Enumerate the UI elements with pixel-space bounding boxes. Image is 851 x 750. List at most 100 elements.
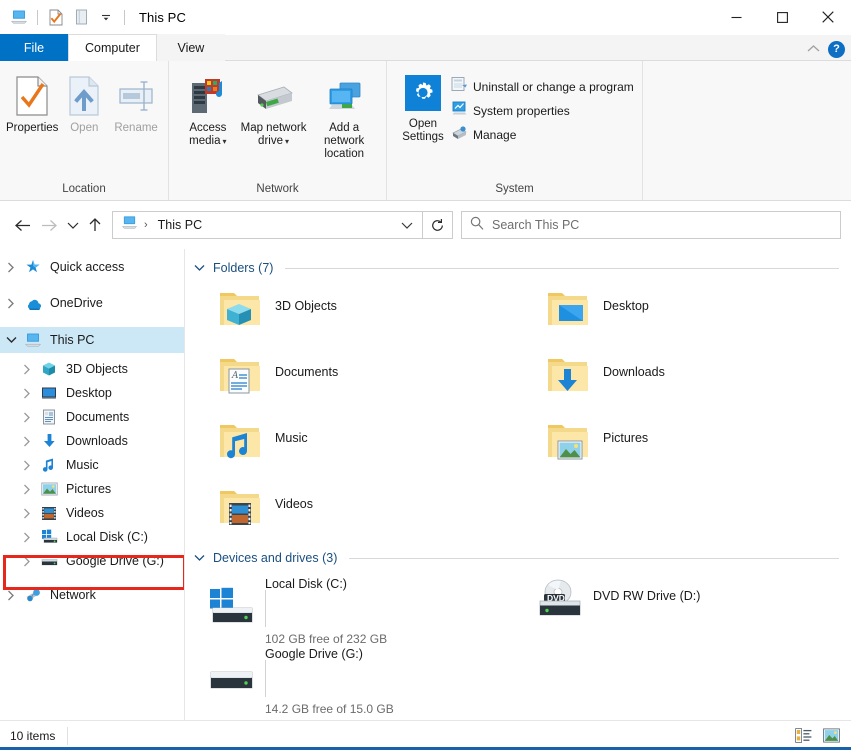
chevron-right-icon-9[interactable] xyxy=(16,508,38,519)
quick-access-toolbar xyxy=(0,6,129,28)
network-icon xyxy=(22,588,44,603)
access-media-label: Access media xyxy=(189,122,227,147)
rename-button[interactable]: Rename xyxy=(110,69,162,135)
details-view-icon[interactable] xyxy=(793,726,813,746)
open-button[interactable]: Open xyxy=(58,69,110,135)
chevron-down-icon-expanded[interactable] xyxy=(0,336,22,344)
customize-dropdown-icon[interactable] xyxy=(95,6,117,28)
open-settings-button[interactable]: Open Settings xyxy=(395,69,451,144)
drive-usage-bar-c xyxy=(265,590,266,627)
manage-button[interactable]: Manage xyxy=(451,123,634,147)
chevron-right-icon[interactable] xyxy=(0,262,22,273)
section-title-folders: Folders (7) xyxy=(213,261,274,275)
add-network-location-button[interactable]: Add a network location xyxy=(308,69,380,161)
sidebar-label-videos: Videos xyxy=(66,506,104,520)
section-chevron-down-icon-2[interactable] xyxy=(191,554,207,562)
chevron-right-icon-6[interactable] xyxy=(16,436,38,447)
sidebar-item-local-disk-c[interactable]: Local Disk (C:) xyxy=(0,525,184,549)
section-divider xyxy=(285,267,839,269)
chevron-down-icon[interactable]: ▾ xyxy=(223,137,227,146)
add-network-location-label: Add a network location xyxy=(324,122,365,160)
this-pc-icon[interactable] xyxy=(8,6,30,28)
up-arrow-icon[interactable] xyxy=(84,210,106,240)
close-icon[interactable] xyxy=(805,0,851,34)
help-icon[interactable]: ? xyxy=(828,40,845,58)
folder-music-icon xyxy=(215,417,263,465)
sidebar-item-3d-objects[interactable]: 3D Objects xyxy=(0,357,184,381)
back-arrow-icon[interactable] xyxy=(10,210,36,240)
collapse-ribbon-icon[interactable] xyxy=(807,40,820,58)
sidebar-label-quick-access: Quick access xyxy=(50,260,125,274)
breadcrumb[interactable]: › This PC xyxy=(121,215,396,235)
drive-label-local-disk-c: Local Disk (C:) xyxy=(265,577,347,591)
title-bar: This PC xyxy=(0,0,851,34)
maximize-icon[interactable] xyxy=(759,0,805,34)
chevron-right-icon-2[interactable] xyxy=(0,298,22,309)
tab-computer[interactable]: Computer xyxy=(68,34,157,61)
sidebar-item-music[interactable]: Music xyxy=(0,453,184,477)
sidebar-item-desktop[interactable]: Desktop xyxy=(0,381,184,405)
folder-item-downloads[interactable]: Downloads xyxy=(519,345,839,411)
drive-item-dvd-rw-d[interactable]: DVD DVD RW Drive (D:) xyxy=(519,569,839,639)
folder-desktop-icon xyxy=(543,285,591,333)
windows-local-disk-icon xyxy=(205,583,257,631)
address-input[interactable]: › This PC xyxy=(112,211,423,239)
map-network-drive-button[interactable]: Map network drive ▾ xyxy=(239,69,309,148)
folder-item-desktop[interactable]: Desktop xyxy=(519,279,839,345)
documents-icon xyxy=(38,409,60,425)
chevron-right-icon-12[interactable] xyxy=(0,590,22,601)
folder-item-3d-objects[interactable]: 3D Objects xyxy=(191,279,511,345)
properties-button[interactable]: Properties xyxy=(6,69,58,135)
chevron-right-icon-4[interactable] xyxy=(16,388,38,399)
chevron-right-icon-8[interactable] xyxy=(16,484,38,495)
file-explorer-window: This PC File Computer View ? Properties … xyxy=(0,0,851,750)
properties-checkmark-icon[interactable] xyxy=(45,6,67,28)
chevron-right-icon-5[interactable] xyxy=(16,412,38,423)
tab-view[interactable]: View xyxy=(156,34,225,61)
status-divider xyxy=(67,726,69,745)
drive-item-google-drive-g[interactable]: Google Drive (G:) 14.2 GB free of 15.0 G… xyxy=(191,639,511,716)
ribbon-group-label-location: Location xyxy=(62,183,106,195)
sidebar-item-videos[interactable]: Videos xyxy=(0,501,184,525)
folder-item-documents[interactable]: A Documents xyxy=(191,345,511,411)
sidebar-item-network[interactable]: Network xyxy=(0,583,184,607)
sidebar-item-onedrive[interactable]: OneDrive xyxy=(0,291,184,315)
section-header-devices[interactable]: Devices and drives (3) xyxy=(191,547,839,569)
folder-item-pictures[interactable]: Pictures xyxy=(519,411,839,477)
search-input[interactable]: Search This PC xyxy=(461,211,841,239)
sidebar-item-downloads[interactable]: Downloads xyxy=(0,429,184,453)
chevron-down-icon-2[interactable]: ▾ xyxy=(285,137,289,146)
sidebar-item-documents[interactable]: Documents xyxy=(0,405,184,429)
forward-arrow-icon[interactable] xyxy=(36,210,62,240)
sidebar-item-pictures[interactable]: Pictures xyxy=(0,477,184,501)
new-folder-icon[interactable] xyxy=(70,6,92,28)
sidebar-item-quick-access[interactable]: Quick access xyxy=(0,255,184,279)
open-settings-label: Open Settings xyxy=(402,118,444,143)
minimize-icon[interactable] xyxy=(713,0,759,34)
uninstall-program-button[interactable]: Uninstall or change a program xyxy=(451,75,634,99)
section-header-folders[interactable]: Folders (7) xyxy=(191,257,839,279)
chevron-right-icon-7[interactable] xyxy=(16,460,38,471)
section-chevron-down-icon[interactable] xyxy=(191,264,207,272)
system-properties-button[interactable]: System properties xyxy=(451,99,634,123)
folder-label-videos: Videos xyxy=(275,497,313,511)
drive-info-local-disk-c: Local Disk (C:) 102 GB free of 232 GB xyxy=(265,575,387,646)
recent-locations-chevron-icon[interactable] xyxy=(62,210,84,240)
status-item-count: 10 items xyxy=(10,728,56,743)
sidebar-item-this-pc[interactable]: This PC xyxy=(0,327,184,353)
folder-item-videos[interactable]: Videos xyxy=(191,477,511,543)
tab-file[interactable]: File xyxy=(0,34,68,61)
access-media-button[interactable]: Access media ▾ xyxy=(177,69,239,148)
sidebar-item-google-drive-g[interactable]: Google Drive (G:) xyxy=(0,549,184,573)
drive-usage-bar-g xyxy=(265,660,266,697)
address-chevron-down-icon[interactable] xyxy=(396,221,418,230)
ribbon-group-label-system: System xyxy=(495,183,534,195)
large-icons-view-icon[interactable] xyxy=(821,726,841,746)
chevron-right-icon-3[interactable] xyxy=(16,364,38,375)
folder-item-music[interactable]: Music xyxy=(191,411,511,477)
drive-item-local-disk-c[interactable]: Local Disk (C:) 102 GB free of 232 GB xyxy=(191,569,511,646)
chevron-right-icon-11[interactable] xyxy=(16,556,38,567)
breadcrumb-path[interactable]: This PC xyxy=(158,218,202,232)
chevron-right-icon-10[interactable] xyxy=(16,532,38,543)
refresh-icon[interactable] xyxy=(423,211,453,239)
